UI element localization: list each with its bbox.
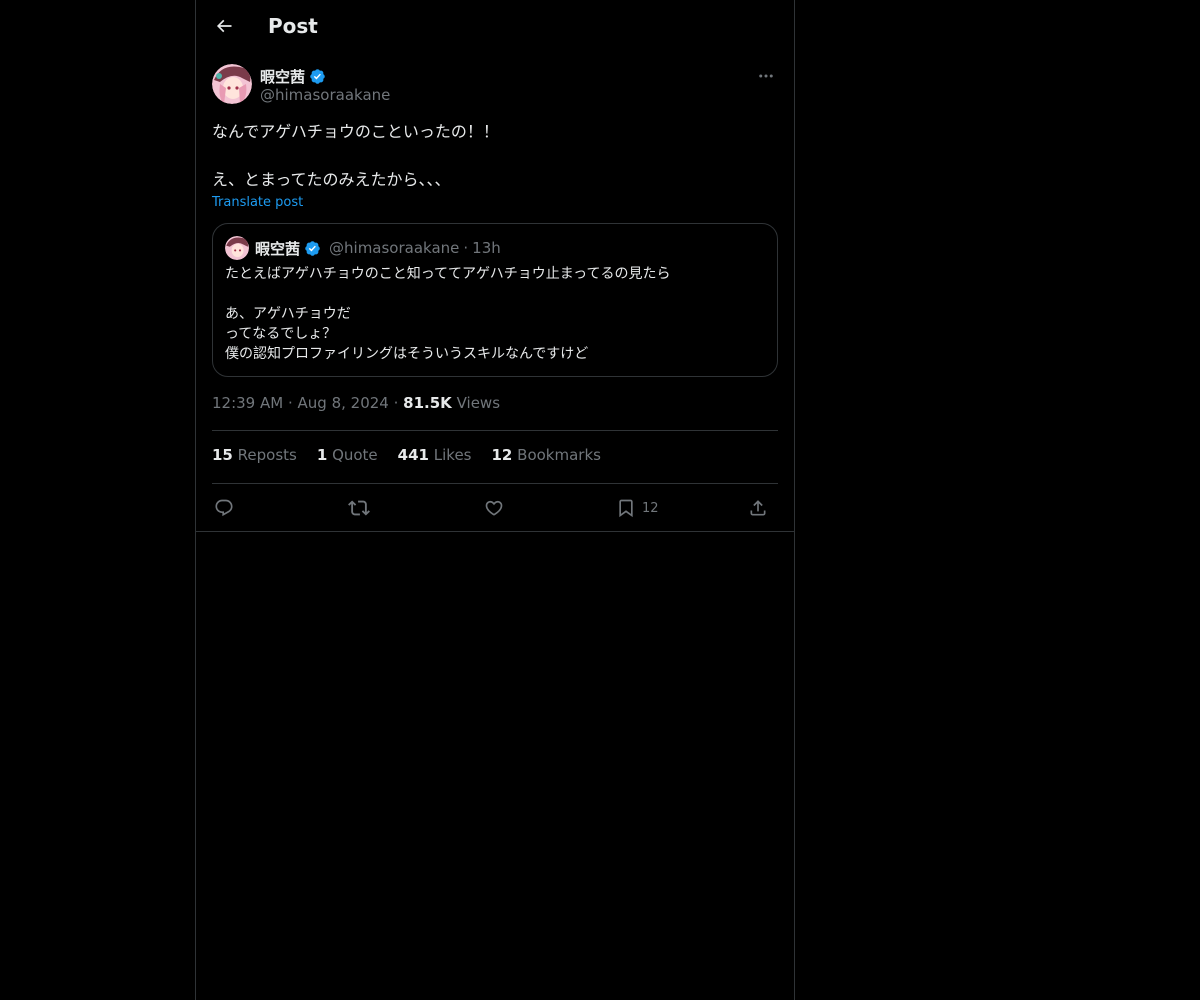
quoted-text-line: あ、アゲハチョウだ — [225, 306, 351, 322]
repost-button[interactable] — [348, 492, 370, 524]
repost-icon — [348, 500, 370, 516]
post-metadata: 12:39 AM · Aug 8, 2024 · 81.5K Views — [212, 394, 501, 412]
bookmarks-stat[interactable]: 12 Bookmarks — [492, 446, 601, 470]
quoted-author-handle: @himasoraakane — [329, 239, 460, 257]
post-date[interactable]: Aug 8, 2024 — [298, 394, 389, 412]
reposts-stat[interactable]: 15 Reposts — [212, 446, 297, 470]
top-bar: Post — [196, 0, 794, 54]
share-button[interactable] — [748, 492, 768, 524]
more-horizontal-icon — [759, 74, 773, 78]
verified-badge-icon — [305, 240, 320, 256]
share-icon — [750, 500, 766, 516]
back-button[interactable] — [208, 10, 240, 42]
reply-icon — [215, 499, 233, 517]
quoted-post-header: 暇空茜 @himasoraakane · 13h — [225, 236, 501, 260]
post-text-line: え、とまってたのみえたから、、、 — [212, 170, 451, 189]
more-options-button[interactable] — [754, 66, 778, 86]
page-title: Post — [268, 14, 318, 38]
quoted-text-line: 僕の認知プロファイリングはそういうスキルなんですけど — [225, 346, 589, 362]
post-stats: 15 Reposts 1 Quote 441 Likes 12 Bookmark… — [212, 446, 601, 470]
quoted-author-name: 暇空茜 — [255, 239, 301, 258]
avatar-image — [212, 64, 252, 104]
like-button[interactable] — [484, 492, 504, 524]
post-time[interactable]: 12:39 AM — [212, 394, 283, 412]
arrow-left-icon — [216, 19, 232, 33]
likes-stat[interactable]: 441 Likes — [398, 446, 472, 470]
bookmark-count: 12 — [642, 500, 659, 516]
quoted-post-text: たとえばアゲハチョウのこと知っててアゲハチョウ止まってるの見たら あ、アゲハチョ… — [225, 264, 765, 364]
views-count: 81.5K — [403, 394, 452, 412]
avatar-image — [225, 236, 249, 260]
action-bar: 12 — [212, 492, 778, 524]
quoted-text-line — [225, 284, 765, 304]
quoted-post-time: 13h — [472, 239, 501, 257]
quoted-text-line: たとえばアゲハチョウのこと知っててアゲハチョウ止まってるの見たら — [225, 266, 671, 282]
divider — [196, 531, 794, 532]
divider — [212, 430, 778, 431]
bookmark-icon — [619, 499, 633, 518]
separator-dot: · — [463, 239, 469, 257]
post-author: 暇空茜 @himasoraakane — [212, 64, 778, 108]
divider — [212, 483, 778, 484]
author-name[interactable]: 暇空茜 — [260, 66, 326, 87]
post-text: なんでアゲハチョウのこといったの！！ え、とまってたのみえたから、、、 — [212, 120, 778, 192]
bookmark-button[interactable]: 12 — [616, 492, 659, 524]
heart-icon — [485, 500, 503, 516]
author-handle[interactable]: @himasoraakane — [260, 86, 390, 104]
avatar — [225, 236, 249, 260]
post-text-line: なんでアゲハチョウのこといったの！！ — [212, 122, 499, 141]
quoted-text-line: ってなるでしょ？ — [225, 326, 337, 342]
author-name-text: 暇空茜 — [260, 68, 306, 86]
translate-post-link[interactable]: Translate post — [212, 195, 303, 210]
reply-button[interactable] — [214, 492, 234, 524]
verified-badge-icon — [310, 69, 325, 84]
quoted-post[interactable]: 暇空茜 @himasoraakane · 13h たとえばアゲハチョウのこと知っ… — [212, 223, 778, 377]
views-label: Views — [456, 394, 501, 412]
avatar[interactable] — [212, 64, 252, 104]
quotes-stat[interactable]: 1 Quote — [317, 446, 378, 470]
post-detail-column: Post 暇空茜 @himasoraakane なんでアゲハチョウのこといったの… — [195, 0, 795, 1000]
